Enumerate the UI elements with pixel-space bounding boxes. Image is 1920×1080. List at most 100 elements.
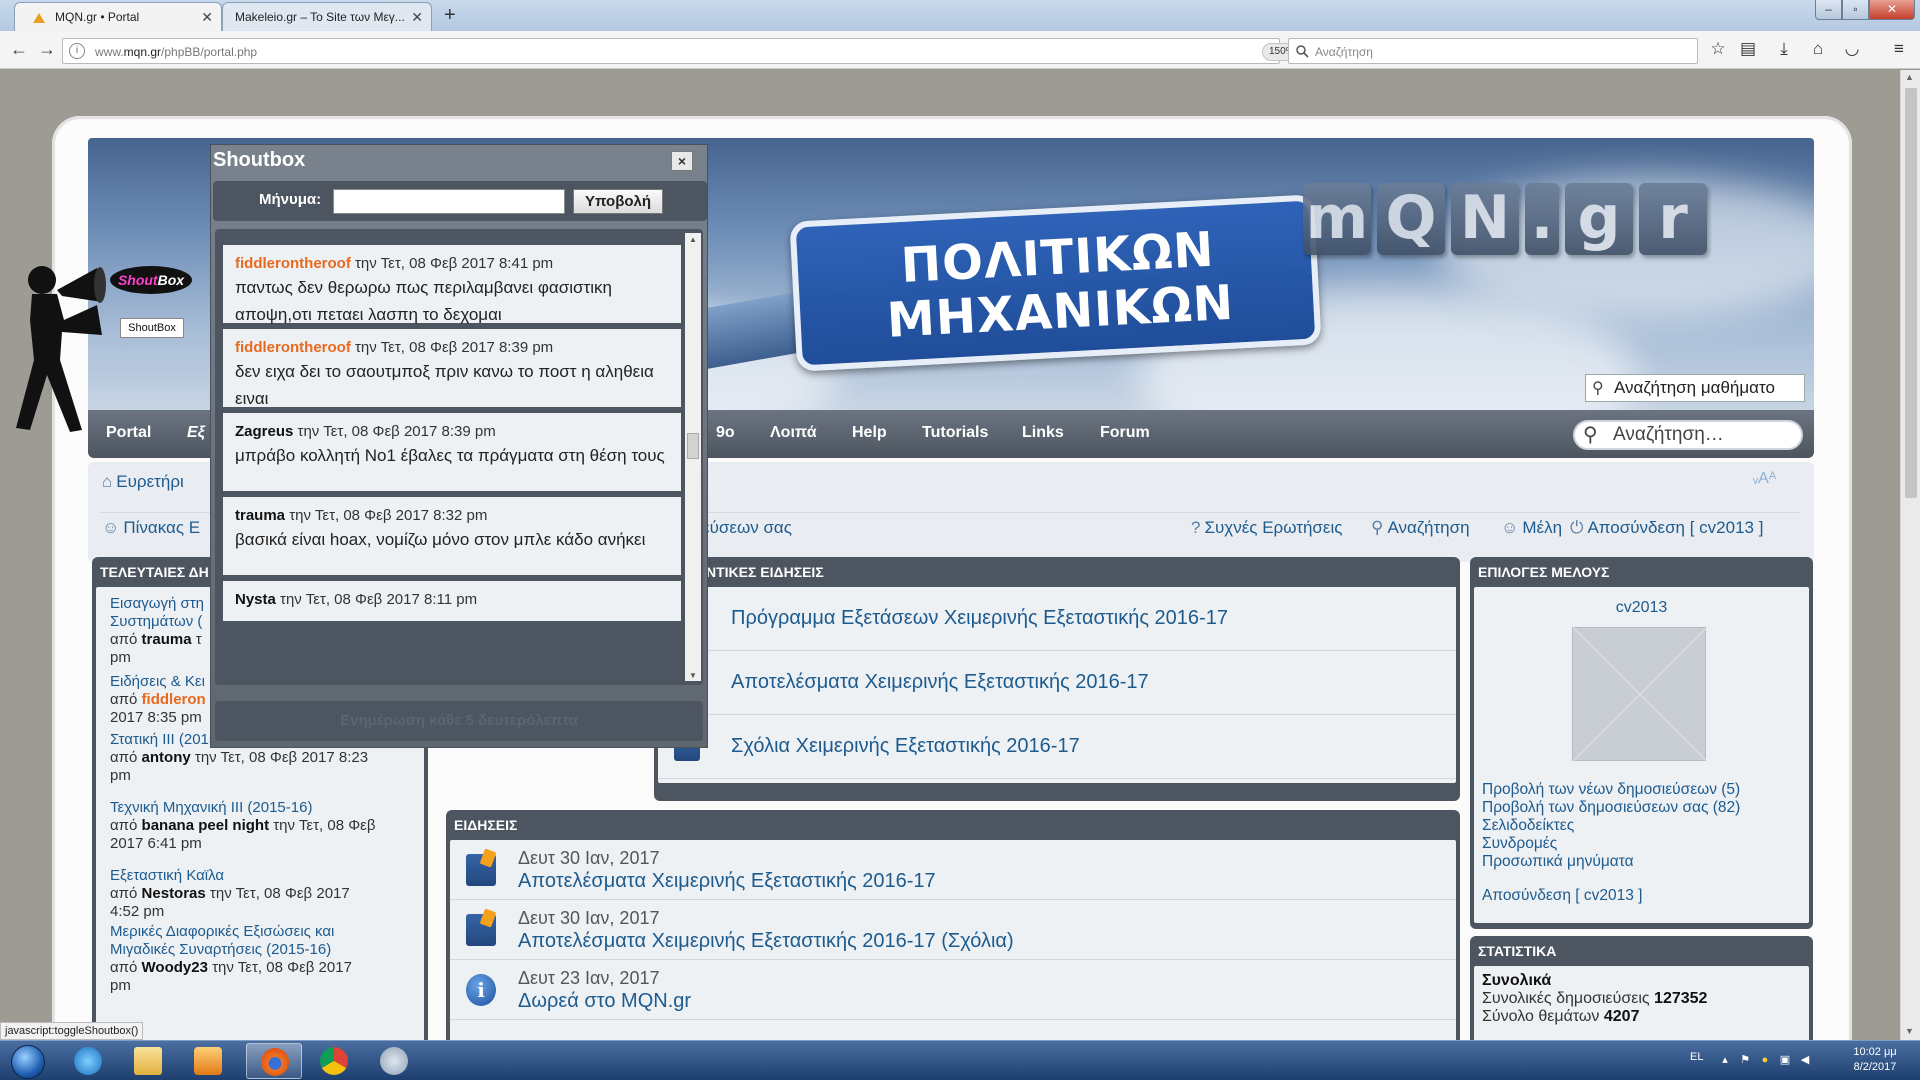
list-item[interactable]: Σχόλια Χειμερινής Εξεταστικής 2016-17 [658,715,1456,779]
post-author[interactable]: fiddleron [142,691,206,708]
list-item[interactable]: Αποτελέσματα Χειμερινής Εξεταστικής 2016… [658,651,1456,715]
window-minimize-button[interactable]: – [1815,0,1842,20]
list-item[interactable]: Δευτ 30 Ιαν, 2017 Αποτελέσματα Χειμερινή… [450,840,1456,900]
message-input[interactable] [333,189,565,214]
taskbar-ie[interactable] [60,1043,116,1079]
members-link[interactable]: ☺ Μέλη [1501,518,1562,538]
shout-author[interactable]: Nysta [235,591,276,608]
back-icon[interactable]: ← [8,39,30,61]
tab-close-icon[interactable]: ✕ [201,9,213,26]
browser-search-bar[interactable]: Αναζήτηση [1288,38,1698,64]
own-posts-link[interactable]: εύσεων σας [702,518,792,538]
shoutbox-toggle-button[interactable]: ShoutBox [120,318,184,338]
shout-author[interactable]: trauma [235,507,285,524]
start-button[interactable] [2,1042,52,1080]
download-icon[interactable]: ⤓ [1773,39,1795,61]
reading-list-icon[interactable]: ▤ [1737,39,1759,61]
menu-item-tutorials[interactable]: Tutorials [922,424,988,442]
faq-link[interactable]: ? Συχνές Ερωτήσεις [1191,518,1342,538]
list-item[interactable]: Δευτ 30 Ιαν, 2017 Αποτελέσματα Χειμερινή… [450,900,1456,960]
site-info-icon[interactable]: i [69,43,85,59]
submit-button[interactable]: Υποβολή [573,189,663,214]
scroll-down-icon[interactable]: ▼ [689,671,697,680]
taskbar-explorer[interactable] [120,1043,176,1079]
news-title[interactable]: Σχόλια Χειμερινής Εξεταστικής 2016-17 [731,735,1080,758]
site-search-input[interactable]: ⚲ Αναζήτηση… [1573,420,1803,450]
username-link[interactable]: cv2013 [1474,599,1809,617]
course-search-input[interactable]: ⚲ Αναζήτηση μαθήματο [1585,374,1805,402]
avatar[interactable] [1572,627,1706,761]
flag-icon[interactable]: ⚑ [1738,1053,1752,1067]
news-title[interactable]: Αποτελέσματα Χειμερινής Εξεταστικής 2016… [518,870,936,893]
list-item[interactable]: Τεχνική Μηχανική ΙΙΙ (2015-16) από banan… [110,799,426,853]
menu-item-links[interactable]: Links [1022,424,1064,442]
shoutbox-scrollbar[interactable]: ▲ ▼ [685,233,701,681]
menu-item-9o[interactable]: 9ο [716,424,735,442]
tab-close-icon[interactable]: ✕ [411,9,423,26]
new-tab-icon[interactable]: + [444,4,456,27]
list-item[interactable]: Πρόγραμμα Εξετάσεων Χειμερινής Εξεταστικ… [658,587,1456,651]
user-control-panel-link[interactable]: ☺ Πίνακας Ε [102,518,200,538]
home-icon[interactable]: ⌂ [1807,39,1829,61]
news-title[interactable]: Δωρεά στο MQN.gr [518,990,691,1013]
font-size-control[interactable]: ᵥAᴬ [1753,470,1776,488]
post-author[interactable]: antony [142,749,191,766]
taskbar-media[interactable] [180,1043,236,1079]
tray-expand-icon[interactable]: ▴ [1718,1053,1732,1067]
post-title[interactable]: Μερικές Διαφορικές Εξισώσεις και [110,923,426,941]
taskbar-app[interactable] [366,1043,422,1079]
menu-item-misc[interactable]: Λοιπά [770,424,817,442]
post-title[interactable]: Εξεταστική Καϊλα [110,867,426,885]
scrollbar-thumb[interactable] [1905,88,1917,498]
clock[interactable]: 10:02 μμ 8/2/2017 [1840,1045,1910,1075]
window-maximize-button[interactable]: ▫ [1842,0,1869,20]
network-icon[interactable]: ▣ [1778,1053,1792,1067]
list-item[interactable]: i Δευτ 23 Ιαν, 2017 Δωρεά στο MQN.gr [450,960,1456,1020]
shoutbox-launcher[interactable]: ShoutBox ShoutBox [0,260,200,440]
logout-link[interactable]: Αποσύνδεση [ cv2013 ] [1482,887,1642,905]
address-bar[interactable]: i www.mqn.gr/phpBB/portal.php 150% ↻ [62,38,1333,64]
tab-mqn-portal[interactable]: MQN.gr • Portal ✕ [14,2,222,31]
logout-link[interactable]: ⏻ Αποσύνδεση [ cv2013 ] [1570,518,1763,538]
volume-icon[interactable]: ◀ [1798,1053,1812,1067]
site-logo[interactable]: m Q N . g r [1303,183,1707,255]
menu-item-help[interactable]: Help [852,424,887,442]
bookmark-star-icon[interactable]: ☆ [1707,39,1729,61]
taskbar-chrome[interactable] [306,1043,362,1079]
news-title[interactable]: Πρόγραμμα Εξετάσεων Χειμερινής Εξεταστικ… [731,607,1228,630]
window-close-button[interactable]: ✕ [1869,0,1915,20]
post-author[interactable]: trauma [142,631,192,648]
new-posts-link[interactable]: Προβολή των νέων δημοσιεύσεων (5) [1482,781,1740,799]
post-author[interactable]: Woody23 [142,959,208,976]
tab-makeleio[interactable]: Makeleio.gr – To Site των Μεγ... ✕ [222,2,432,31]
pocket-icon[interactable]: ◡ [1841,39,1863,61]
post-author[interactable]: Nestoras [142,885,206,902]
taskbar-firefox[interactable] [246,1043,302,1079]
private-messages-link[interactable]: Προσωπικά μηνύματα [1482,853,1634,871]
list-item[interactable]: Μερικές Διαφορικές Εξισώσεις και Μιγαδικ… [110,923,426,995]
language-indicator[interactable]: EL [1690,1051,1703,1063]
news-title[interactable]: Αποτελέσματα Χειμερινής Εξεταστικής 2016… [731,671,1149,694]
bookmarks-link[interactable]: Σελιδοδείκτες [1482,817,1574,835]
news-title[interactable]: Αποτελέσματα Χειμερινής Εξεταστικής 2016… [518,930,1014,953]
post-title[interactable]: Μιγαδικές Συναρτήσεις (2015-16) [110,941,426,959]
shout-author[interactable]: fiddlerontheroof [235,255,351,272]
scroll-up-icon[interactable]: ▲ [1905,72,1914,82]
page-scrollbar[interactable]: ▲ ▼ [1900,70,1920,1040]
scroll-down-icon[interactable]: ▼ [1905,1026,1914,1036]
tray-app-icon[interactable]: ● [1758,1053,1772,1067]
list-item[interactable]: Εξεταστική Καϊλα από Nestoras την Τετ, 0… [110,867,426,921]
shout-author[interactable]: Zagreus [235,423,293,440]
post-author[interactable]: banana peel night [142,817,270,834]
scrollbar-thumb[interactable] [687,433,699,459]
scroll-up-icon[interactable]: ▲ [689,235,697,244]
search-link[interactable]: ⚲ Αναζήτηση [1371,518,1470,538]
breadcrumb-index[interactable]: ⌂ Ευρετήρι [102,472,184,492]
own-posts-link[interactable]: Προβολή των δημοσιεύσεων σας (82) [1482,799,1740,817]
menu-item-forum[interactable]: Forum [1100,424,1150,442]
shout-author[interactable]: fiddlerontheroof [235,339,351,356]
post-title[interactable]: Τεχνική Μηχανική ΙΙΙ (2015-16) [110,799,426,817]
forward-icon[interactable]: → [36,39,58,61]
close-icon[interactable]: × [671,151,693,171]
menu-icon[interactable]: ≡ [1888,39,1910,61]
